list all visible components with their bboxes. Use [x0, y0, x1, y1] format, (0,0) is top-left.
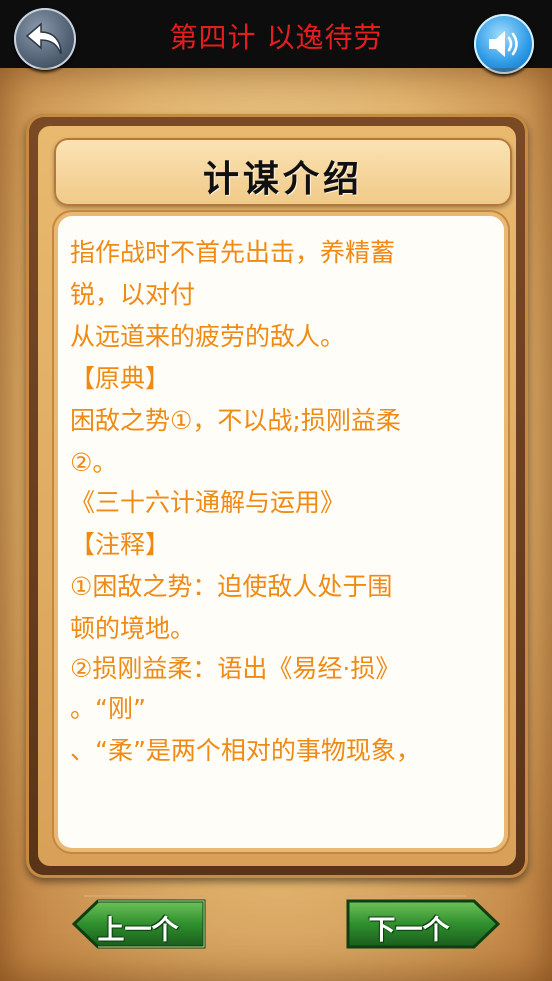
top-bar: 第四计 以逸待劳	[0, 0, 552, 70]
page-title: 第四计 以逸待劳	[169, 21, 383, 54]
content-line: 锐，以对付	[70, 280, 196, 309]
content-line: 【注释】	[70, 530, 171, 559]
prev-button[interactable]: 上一个	[72, 898, 230, 950]
content-line: 顿的境地。	[70, 614, 196, 643]
content-area[interactable]: 指作战时不首先出击，养精蓄 锐，以对付 从远道来的疲劳的敌人。 【原典】 困敌之…	[58, 216, 504, 848]
next-button-label: 下一个	[368, 915, 450, 946]
speaker-icon	[489, 31, 518, 57]
content-line: 《三十六计通解与运用》	[70, 488, 346, 517]
divider	[346, 895, 466, 897]
content-line: 困敌之势①，不以战;损刚益柔	[70, 406, 401, 435]
sound-button[interactable]	[474, 14, 534, 74]
content-line: ②损刚益柔：语出《易经·损》	[70, 654, 401, 683]
prev-button-label: 上一个	[97, 915, 179, 946]
content-line: ①困敌之势：迫使敌人处于围	[70, 572, 393, 601]
content-line: ②。	[70, 448, 118, 477]
divider	[84, 895, 204, 897]
content-line: 【原典】	[70, 364, 171, 393]
content-line: 指作战时不首先出击，养精蓄	[70, 238, 396, 267]
panel-header: 计谋介绍	[54, 138, 512, 206]
next-button[interactable]: 下一个	[344, 898, 502, 950]
panel-heading: 计谋介绍	[202, 158, 363, 200]
content-line: 从远道来的疲劳的敌人。	[70, 322, 346, 351]
content-line: 、“柔”是两个相对的事物现象，	[70, 736, 421, 765]
content-line: 。“刚”	[70, 694, 146, 723]
